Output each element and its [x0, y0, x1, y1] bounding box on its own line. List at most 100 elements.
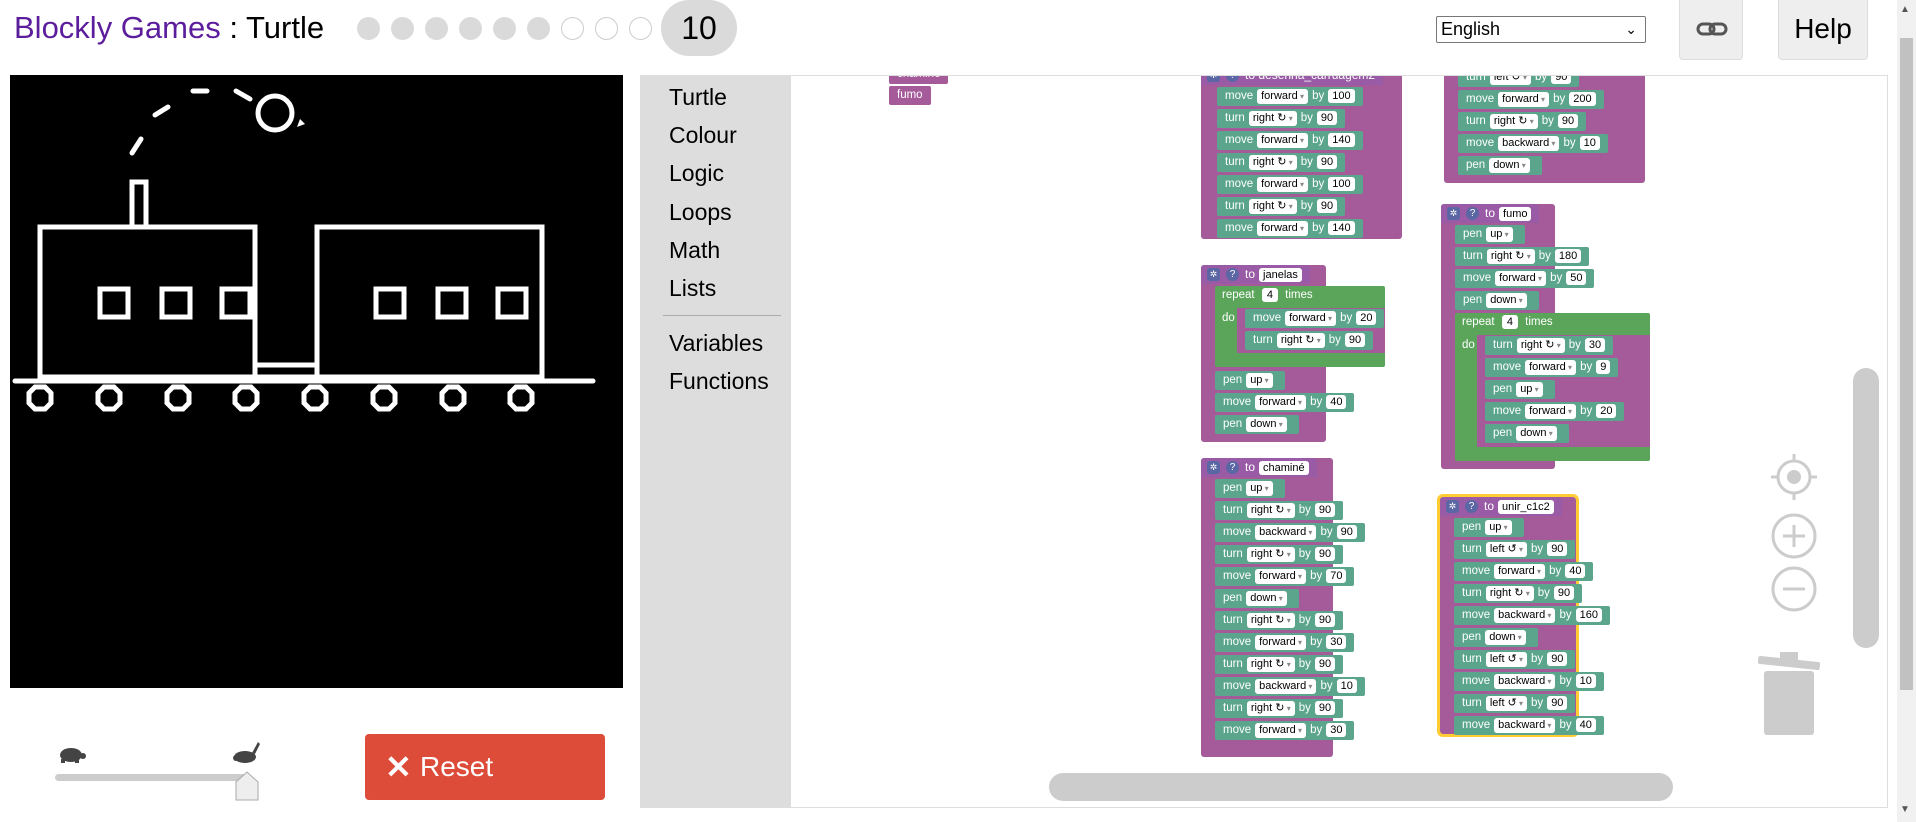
number-input[interactable]: 90: [1336, 525, 1357, 539]
speed-knob[interactable]: [234, 770, 260, 802]
number-input[interactable]: 90: [1314, 701, 1336, 715]
procedure-header[interactable]: ✲? to fumo: [1441, 204, 1540, 223]
speed-slider[interactable]: [55, 740, 265, 801]
category-math[interactable]: Math: [669, 237, 720, 264]
statement-block[interactable]: turn right ↻ ▾ by 90: [1215, 655, 1344, 674]
block-dropdown[interactable]: right ↻ ▾: [1489, 114, 1538, 129]
statement-block[interactable]: move forward ▾ by 100: [1217, 87, 1363, 106]
number-input[interactable]: 10: [1336, 679, 1357, 693]
number-input[interactable]: 90: [1551, 76, 1572, 84]
number-input[interactable]: 40: [1575, 718, 1596, 732]
number-input[interactable]: 30: [1326, 635, 1347, 649]
zoom-out-icon[interactable]: [1771, 566, 1817, 617]
procedure-fumo[interactable]: ✲? to fumo pen up ▾ turn right ↻ ▾ by 180 move for…: [1441, 204, 1650, 469]
block-dropdown[interactable]: down ▾: [1485, 630, 1526, 645]
number-input[interactable]: 160: [1575, 608, 1602, 622]
statement-block[interactable]: pen down ▾: [1485, 424, 1569, 443]
procedure-name-field[interactable]: fumo: [1499, 207, 1532, 221]
level-dot-6[interactable]: [527, 17, 550, 40]
statement-block[interactable]: move forward ▾ by 30: [1215, 633, 1355, 652]
block-dropdown[interactable]: down ▾: [1516, 426, 1557, 441]
category-lists[interactable]: Lists: [669, 275, 716, 302]
level-dot-4[interactable]: [459, 17, 482, 40]
level-dot-2[interactable]: [391, 17, 414, 40]
number-input[interactable]: 200: [1569, 92, 1596, 106]
number-input[interactable]: 90: [1316, 199, 1338, 213]
number-input[interactable]: 90: [1547, 542, 1568, 556]
gear-icon[interactable]: ✲: [1446, 500, 1459, 513]
help-icon[interactable]: ?: [1466, 207, 1479, 220]
help-icon[interactable]: ?: [1226, 76, 1239, 82]
recenter-icon[interactable]: [1771, 454, 1817, 505]
procedure-unir-c1c2[interactable]: ✲? to unir_c1c2 pen up ▾ turn left ↺ ▾ by 90 move…: [1437, 494, 1610, 737]
call-block-chamine[interactable]: chaminé: [889, 76, 949, 84]
procedure-header[interactable]: ✲? to unir_c1c2: [1440, 497, 1562, 516]
block-dropdown[interactable]: down ▾: [1489, 158, 1530, 173]
category-variables[interactable]: Variables: [669, 330, 763, 357]
page-scrollbar[interactable]: ▲ ▼: [1897, 0, 1916, 822]
number-input[interactable]: 30: [1584, 338, 1606, 352]
procedure-desenha-carruagem2[interactable]: ✲? to desenha_carruagem2 move forward ▾ by 10…: [1201, 76, 1402, 239]
statement-block[interactable]: move forward ▾ by 20: [1485, 402, 1625, 421]
statement-block[interactable]: turn right ↻ ▾ by 90: [1215, 501, 1344, 520]
block-dropdown[interactable]: left ↺ ▾: [1489, 76, 1532, 85]
block-dropdown[interactable]: up ▾: [1246, 481, 1273, 496]
block-dropdown[interactable]: right ↻ ▾: [1246, 657, 1295, 672]
number-input[interactable]: 90: [1316, 155, 1338, 169]
block-dropdown[interactable]: forward ▾: [1495, 271, 1547, 286]
number-input[interactable]: 20: [1356, 311, 1377, 325]
statement-block[interactable]: pen down ▾: [1454, 628, 1538, 647]
level-dot-8[interactable]: [595, 17, 618, 40]
block-dropdown[interactable]: right ↻ ▾: [1276, 333, 1325, 348]
statement-block[interactable]: turn right ↻ ▾ by 90: [1217, 153, 1346, 172]
repeat-count-input[interactable]: 4: [1501, 315, 1518, 329]
statement-block[interactable]: move forward ▾ by 9: [1485, 358, 1619, 377]
statement-block[interactable]: move forward ▾ by 200: [1458, 90, 1604, 109]
statement-block[interactable]: turn left ↺ ▾ by 90: [1454, 650, 1576, 669]
number-input[interactable]: 9: [1596, 360, 1611, 374]
procedure-chamine[interactable]: ✲? to chaminé pen up ▾ turn right ↻ ▾ by 90 move b…: [1201, 458, 1365, 757]
block-dropdown[interactable]: forward ▾: [1525, 404, 1577, 419]
statement-block[interactable]: pen down ▾: [1215, 415, 1299, 434]
number-input[interactable]: 10: [1575, 674, 1596, 688]
number-input[interactable]: 100: [1328, 89, 1355, 103]
block-dropdown[interactable]: forward ▾: [1525, 360, 1577, 375]
statement-block[interactable]: pen up ▾: [1215, 371, 1285, 390]
block-dropdown[interactable]: forward ▾: [1285, 311, 1337, 326]
blockly-workspace[interactable]: Turtle Colour Logic Loops Math Lists Var…: [640, 75, 1888, 808]
level-dot-3[interactable]: [425, 17, 448, 40]
procedure-name-field[interactable]: janelas: [1259, 268, 1302, 282]
gear-icon[interactable]: ✲: [1207, 76, 1220, 82]
block-dropdown[interactable]: forward ▾: [1498, 92, 1550, 107]
block-dropdown[interactable]: left ↺ ▾: [1485, 652, 1528, 667]
statement-block[interactable]: turn right ↻ ▾ by 90: [1245, 331, 1374, 350]
category-turtle[interactable]: Turtle: [669, 84, 727, 111]
help-icon[interactable]: ?: [1465, 500, 1478, 513]
scroll-down-icon[interactable]: ▼: [1900, 804, 1910, 815]
block-dropdown[interactable]: backward ▾: [1255, 525, 1317, 540]
category-colour[interactable]: Colour: [669, 122, 737, 149]
block-dropdown[interactable]: forward ▾: [1257, 177, 1309, 192]
block-dropdown[interactable]: forward ▾: [1255, 395, 1307, 410]
category-functions[interactable]: Functions: [669, 368, 769, 395]
gear-icon[interactable]: ✲: [1207, 461, 1220, 474]
gear-icon[interactable]: ✲: [1207, 268, 1220, 281]
statement-block[interactable]: move forward ▾ by 40: [1454, 562, 1594, 581]
statement-block[interactable]: turn right ↻ ▾ by 90: [1217, 109, 1346, 128]
procedure-janelas[interactable]: ✲? to janelas repeat 4 times do move forward ▾…: [1201, 265, 1385, 442]
number-input[interactable]: 90: [1547, 696, 1568, 710]
brand-link[interactable]: Blockly Games: [14, 10, 221, 45]
page-scroll-thumb[interactable]: [1900, 38, 1913, 690]
number-input[interactable]: 90: [1314, 547, 1336, 561]
category-loops[interactable]: Loops: [669, 199, 732, 226]
vertical-scrollbar[interactable]: [1853, 368, 1879, 648]
statement-block[interactable]: move backward ▾ by 160: [1454, 606, 1610, 625]
block-dropdown[interactable]: right ↻ ▾: [1246, 503, 1295, 518]
statement-block[interactable]: move backward ▾ by 10: [1215, 677, 1365, 696]
repeat-block[interactable]: repeat 4 times do turn right ↻ ▾ by 30 move for…: [1455, 313, 1650, 461]
block-dropdown[interactable]: backward ▾: [1255, 679, 1317, 694]
block-dropdown[interactable]: right ↻ ▾: [1246, 547, 1295, 562]
block-dropdown[interactable]: forward ▾: [1257, 89, 1309, 104]
number-input[interactable]: 180: [1554, 249, 1582, 263]
procedure-name-field[interactable]: unir_c1c2: [1498, 500, 1554, 514]
